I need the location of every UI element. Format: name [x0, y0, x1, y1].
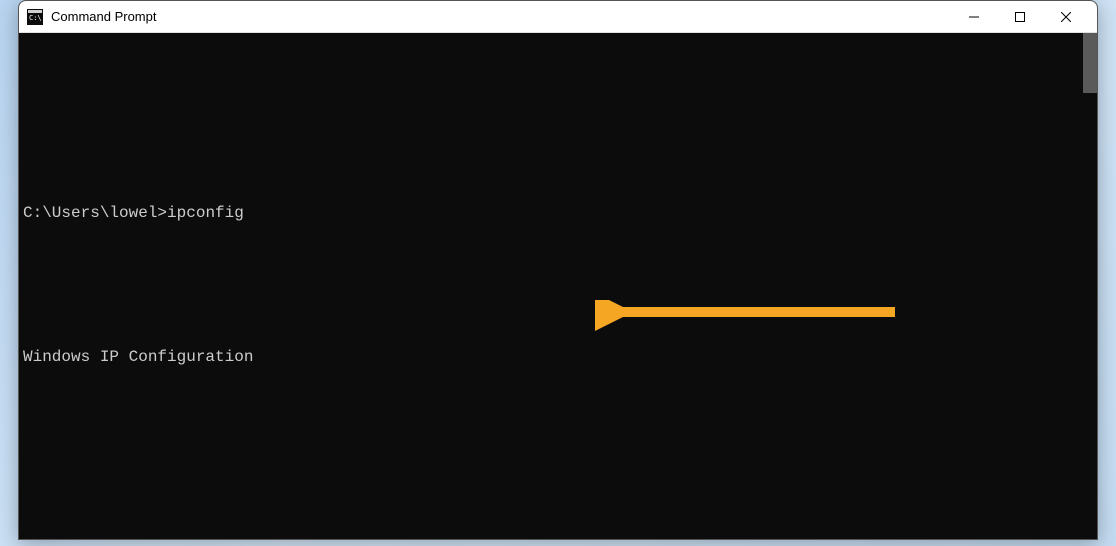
command-prompt-window: C:\ Command Prompt C:\Users\lowel>ipconf…: [18, 0, 1098, 540]
minimize-button[interactable]: [951, 1, 997, 33]
terminal-line: [19, 273, 1097, 297]
terminal-line: [19, 129, 1097, 153]
titlebar[interactable]: C:\ Command Prompt: [19, 1, 1097, 33]
svg-text:C:\: C:\: [29, 14, 42, 22]
scrollbar-thumb[interactable]: [1083, 33, 1097, 93]
terminal-output[interactable]: C:\Users\lowel>ipconfig Windows IP Confi…: [19, 33, 1097, 539]
prompt: C:\Users\lowel>: [23, 204, 167, 222]
cmd-icon: C:\: [27, 9, 43, 25]
close-button[interactable]: [1043, 1, 1089, 33]
output-header: Windows IP Configuration: [19, 345, 1097, 369]
terminal-line: C:\Users\lowel>ipconfig: [19, 201, 1097, 225]
window-title: Command Prompt: [51, 9, 951, 24]
command-text: ipconfig: [167, 204, 244, 222]
terminal-line: [19, 417, 1097, 441]
maximize-button[interactable]: [997, 1, 1043, 33]
terminal-line: [19, 489, 1097, 513]
window-controls: [951, 1, 1089, 33]
